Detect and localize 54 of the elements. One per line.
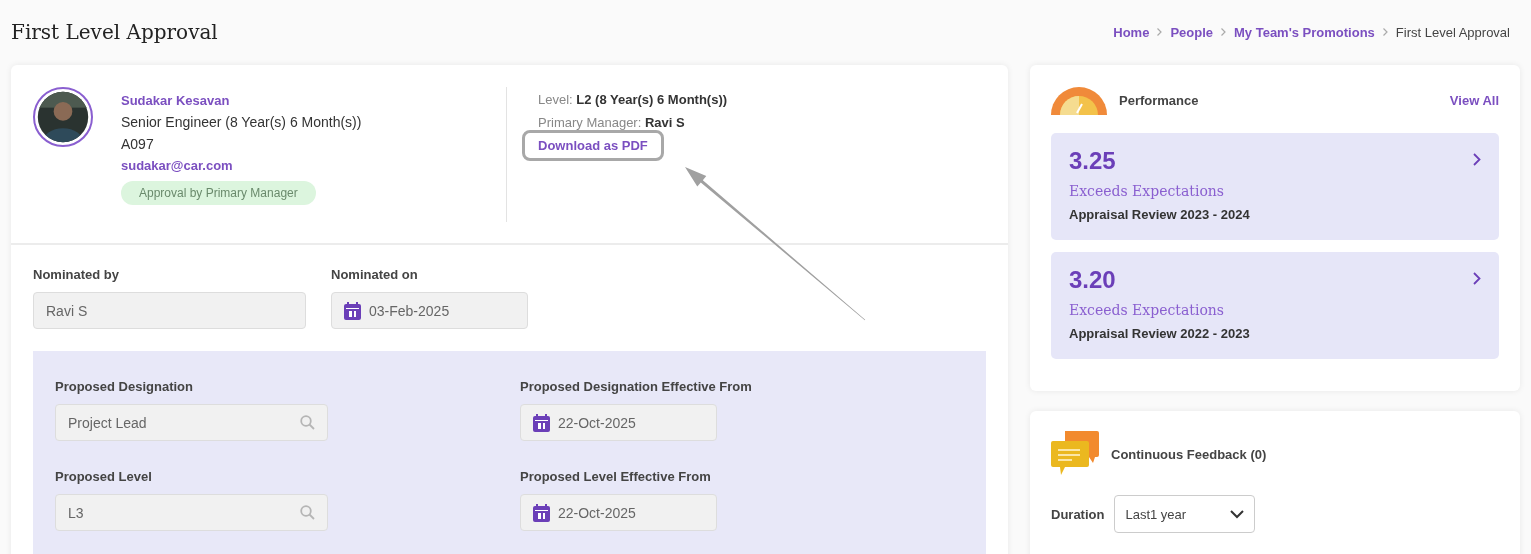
caret-icon xyxy=(1230,509,1245,519)
field-label: Proposed Level xyxy=(55,469,153,484)
review-score: 3.20 xyxy=(1069,266,1116,294)
review-score: 3.25 xyxy=(1069,147,1116,175)
level-value: L2 (8 Year(s) 6 Month(s)) xyxy=(576,92,728,107)
card-title: Continuous Feedback (0) xyxy=(1111,446,1268,462)
date-field[interactable]: 22-Oct-2025 xyxy=(520,404,717,441)
date-field[interactable]: 03-Feb-2025 xyxy=(331,292,528,329)
breadcrumb-item[interactable]: Home xyxy=(1113,24,1150,40)
card-title: Performance xyxy=(1119,92,1200,108)
field-label: Proposed Level Effective From xyxy=(520,469,712,484)
employee-email[interactable]: sudakar@car.com xyxy=(121,158,506,173)
input-field[interactable]: Ravi S xyxy=(33,292,306,329)
review-title: Appraisal Review 2022 - 2023 xyxy=(1069,326,1251,341)
review-rating: Exceeds Expectations xyxy=(1069,302,1226,318)
input-field[interactable]: L3 xyxy=(55,494,328,531)
level-label: Level: xyxy=(538,92,573,107)
page-title: First Level Approval xyxy=(11,20,218,44)
chat-bubbles-icon xyxy=(1051,431,1099,477)
calendar-icon xyxy=(533,413,550,432)
review-rating: Exceeds Expectations xyxy=(1069,183,1226,199)
field-label: Proposed Designation xyxy=(55,379,194,394)
field-label: Nominated on xyxy=(331,267,419,282)
chevron-icon xyxy=(1473,153,1481,166)
chevron-icon xyxy=(1221,28,1226,36)
chevron-icon xyxy=(1157,28,1163,36)
avatar xyxy=(33,87,93,147)
breadcrumb-item[interactable]: My Team's Promotions xyxy=(1234,24,1375,40)
field-label: Proposed Designation Effective From xyxy=(520,379,753,394)
manager-value: Ravi S xyxy=(644,115,685,130)
search-icon xyxy=(300,415,315,430)
review-card[interactable]: 3.25 Exceeds Expectations Appraisal Review 2023 - 2024 xyxy=(1051,133,1499,240)
calendar-icon xyxy=(533,503,550,522)
status-badge: Approval by Primary Manager xyxy=(121,181,316,205)
input-field[interactable]: Project Lead xyxy=(55,404,328,441)
employee-code: A097 xyxy=(121,136,155,152)
breadcrumb-item[interactable]: First Level Approval xyxy=(1395,24,1510,40)
chevron-icon xyxy=(1473,272,1481,285)
duration-label: Duration xyxy=(1051,506,1105,522)
gauge-icon xyxy=(1051,85,1107,115)
breadcrumb-item[interactable]: People xyxy=(1170,24,1213,40)
review-card[interactable]: 3.20 Exceeds Expectations Appraisal Review 2022 - 2023 xyxy=(1051,252,1499,359)
calendar-icon xyxy=(344,301,361,320)
download-pdf-link[interactable]: Download as PDF xyxy=(538,138,648,153)
chevron-icon xyxy=(1382,28,1388,36)
review-title: Appraisal Review 2023 - 2024 xyxy=(1069,207,1251,222)
search-icon xyxy=(300,505,315,520)
view-all-link[interactable]: View All xyxy=(1449,92,1499,108)
manager-label: Primary Manager: xyxy=(538,115,642,130)
date-field[interactable]: 22-Oct-2025 xyxy=(520,494,717,531)
employee-name[interactable]: Sudakar Kesavan xyxy=(121,93,506,108)
duration-dropdown[interactable]: Last1 year xyxy=(1114,495,1256,533)
employee-designation: Senior Engineer (8 Year(s) 6 Month(s)) xyxy=(121,114,363,130)
field-label: Nominated by xyxy=(33,267,120,282)
